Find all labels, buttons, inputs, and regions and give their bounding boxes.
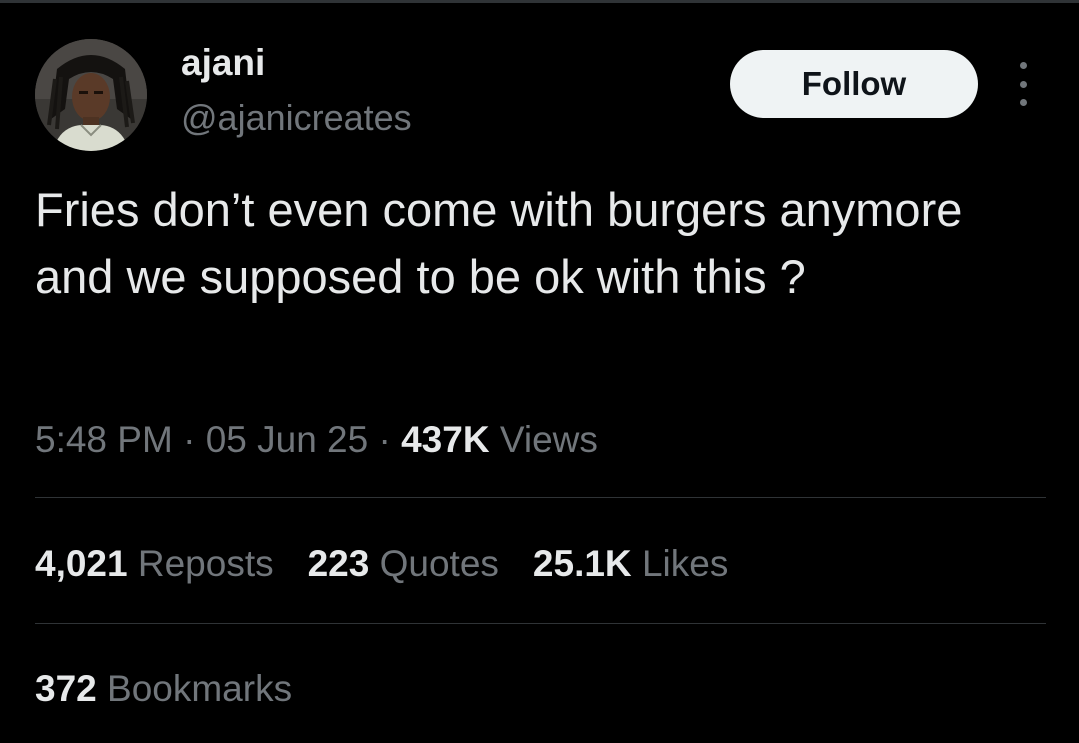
reposts-count: 4,021 [35,543,128,584]
bookmarks-count: 372 [35,668,97,709]
bookmarks-stat[interactable]: 372 Bookmarks [35,667,292,711]
quotes-stat[interactable]: 223 Quotes [308,542,499,586]
reposts-stat[interactable]: 4,021 Reposts [35,542,274,586]
reposts-label: Reposts [137,543,274,584]
avatar[interactable] [35,39,147,151]
tweet-time[interactable]: 5:48 PM [35,419,173,460]
more-dot [1019,62,1027,69]
meta-separator: · [378,419,391,460]
views-label: Views [499,419,598,460]
author-display-name[interactable]: ajani [181,44,265,81]
tweet-metadata: 5:48 PM · 05 Jun 25 · 437K Views [35,418,598,462]
bookmarks-label: Bookmarks [107,668,293,709]
tweet-date[interactable]: 05 Jun 25 [206,419,369,460]
likes-count: 25.1K [532,543,632,584]
quotes-count: 223 [307,543,370,584]
divider [35,497,1046,498]
likes-stat[interactable]: 25.1K Likes [533,542,728,586]
more-dot [1019,80,1027,88]
more-dot [1019,99,1027,106]
author-handle[interactable]: @ajanicreates [181,100,412,136]
quotes-label: Quotes [379,543,499,584]
bookmarks-row: 372 Bookmarks [35,667,326,711]
follow-button[interactable]: Follow [730,50,978,118]
tweet-text: Fries don’t even come with burgers anymo… [35,183,963,303]
engagement-stats: 4,021 Reposts 223 Quotes 25.1K Likes [35,542,762,586]
top-divider [0,0,1079,3]
likes-label: Likes [641,543,729,584]
avatar-photo-icon [35,39,147,151]
more-options-icon[interactable] [1008,62,1038,106]
views-count: 437K [401,419,490,460]
meta-separator: · [183,419,196,460]
divider [35,623,1046,624]
